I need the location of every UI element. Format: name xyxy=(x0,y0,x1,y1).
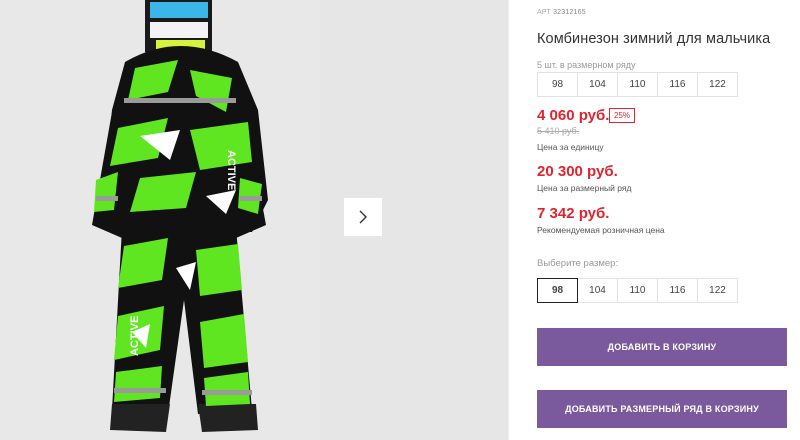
article-number: АРТ 32312165 xyxy=(537,9,586,16)
size-row-list: 98 104 110 116 122 xyxy=(537,72,738,97)
rrp-price: 7 342 руб. xyxy=(537,205,610,222)
chevron-right-icon xyxy=(359,210,367,224)
discount-badge: 25% xyxy=(609,108,636,123)
panel-divider xyxy=(508,0,509,440)
unit-price: 4 060 руб. xyxy=(537,107,610,124)
size-row-cell: 116 xyxy=(657,72,698,97)
choose-size-label: Выберите размер: xyxy=(537,258,619,269)
size-option-98[interactable]: 98 xyxy=(537,278,578,303)
size-selector: 98 104 110 116 122 xyxy=(537,278,738,303)
size-row-cell: 122 xyxy=(697,72,738,97)
kid-in-snowsuit-image xyxy=(0,0,320,440)
row-price-label: Цена за размерный ряд xyxy=(537,183,632,193)
product-page: АРТ 32312165 Комбинезон зимний для мальч… xyxy=(0,0,800,440)
gallery-next-button[interactable] xyxy=(344,198,382,236)
rrp-price-label: Рекомендуемая розничная цена xyxy=(537,225,665,235)
product-title: Комбинезон зимний для мальчика xyxy=(537,31,771,47)
size-row-cell: 110 xyxy=(617,72,658,97)
article-value: 32312165 xyxy=(553,9,586,16)
size-option-104[interactable]: 104 xyxy=(577,278,618,303)
product-photo[interactable] xyxy=(0,0,320,440)
size-row-cell: 104 xyxy=(577,72,618,97)
row-price: 20 300 руб. xyxy=(537,163,618,180)
add-to-cart-button[interactable]: ДОБАВИТЬ В КОРЗИНУ xyxy=(537,328,787,366)
add-size-row-to-cart-button[interactable]: ДОБАВИТЬ РАЗМЕРНЫЙ РЯД В КОРЗИНУ xyxy=(537,390,787,428)
size-option-116[interactable]: 116 xyxy=(657,278,698,303)
size-option-122[interactable]: 122 xyxy=(697,278,738,303)
article-label: АРТ xyxy=(537,9,551,16)
unit-price-label: Цена за единицу xyxy=(537,142,604,152)
old-price: 5 410 руб. xyxy=(537,126,580,136)
size-row-cell: 98 xyxy=(537,72,578,97)
size-option-110[interactable]: 110 xyxy=(617,278,658,303)
size-row-count-label: 5 шт. в размерном ряду xyxy=(537,60,636,70)
